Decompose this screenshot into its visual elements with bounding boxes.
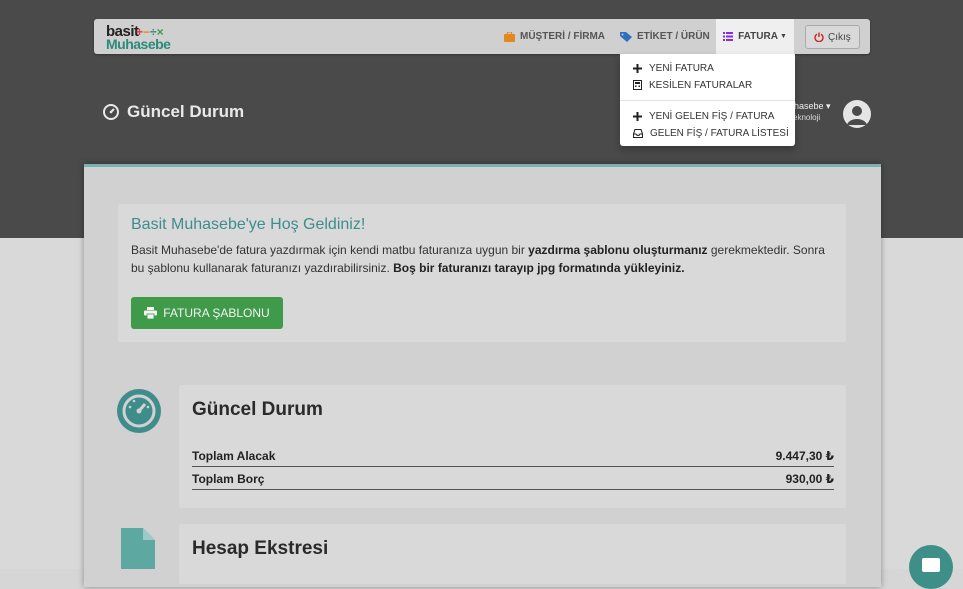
statement-card: Hesap Ekstresi: [179, 524, 846, 584]
menu-item-kesilen-faturalar[interactable]: KESİLEN FATURALAR: [633, 77, 752, 93]
welcome-text: Basit Muhasebe'de fatura yazdırmak için …: [131, 241, 831, 277]
nav-musteri-firma[interactable]: MÜŞTERİ / FİRMA: [504, 19, 605, 54]
table-row: Toplam Borç 930,00 ₺: [192, 469, 834, 490]
user-company-name: uhasebe ▾: [789, 101, 831, 111]
fatura-sablonu-button[interactable]: FATURA ŞABLONU: [131, 297, 283, 329]
nav-fatura-label: FATURA: [738, 31, 778, 42]
page-title-text: Güncel Durum: [127, 102, 245, 121]
row-value: 9.447,30 ₺: [775, 449, 834, 463]
logo-text-bottom: Muhasebe: [106, 36, 171, 52]
menu-item-yeni-gelen-fis[interactable]: YENİ GELEN FİŞ / FATURA: [633, 108, 774, 124]
chat-button[interactable]: [909, 545, 953, 589]
menu-divider: [620, 100, 795, 101]
nav-musteri-label: MÜŞTERİ / FİRMA: [520, 31, 605, 42]
power-icon: [814, 32, 824, 42]
nav-etiket-label: ETİKET / ÜRÜN: [637, 31, 710, 42]
menu-item-label: YENİ FATURA: [649, 62, 714, 74]
tag-icon: [620, 31, 632, 42]
summary-card: Güncel Durum Toplam Alacak 9.447,30 ₺ To…: [179, 385, 846, 508]
menu-item-yeni-fatura[interactable]: YENİ FATURA: [633, 60, 714, 76]
user-menu[interactable]: uhasebe ▾ Teknoloji: [789, 101, 831, 123]
printer-icon: [144, 307, 158, 319]
document-icon: [121, 528, 155, 569]
chat-icon: [922, 558, 940, 572]
inbox-icon: [633, 128, 643, 138]
welcome-text-part1: Basit Muhasebe'de fatura yazdırmak için …: [131, 243, 529, 257]
nav-etiket-urun[interactable]: ETİKET / ÜRÜN: [620, 19, 710, 54]
menu-item-label: YENİ GELEN FİŞ / FATURA: [649, 110, 775, 122]
top-navbar: basit +−÷× Muhasebe MÜŞTERİ / FİRMA ETİK…: [94, 19, 870, 54]
briefcase-icon: [504, 31, 515, 42]
welcome-box: Basit Muhasebe'ye Hoş Geldiniz! Basit Mu…: [118, 204, 846, 342]
logout-label: Çıkış: [828, 31, 851, 43]
page-title: Güncel Durum: [103, 102, 244, 122]
welcome-text-bold1: yazdırma şablonu oluşturmanız: [528, 243, 708, 257]
summary-title: Güncel Durum: [192, 399, 323, 420]
menu-item-label: KESİLEN FATURALAR: [649, 79, 753, 91]
fatura-sablonu-label: FATURA ŞABLONU: [163, 306, 270, 320]
user-company-sub: Teknoloji: [789, 113, 821, 122]
list-icon: [723, 32, 734, 41]
app-logo[interactable]: basit +−÷× Muhasebe: [106, 23, 176, 52]
plus-icon: [633, 111, 642, 121]
menu-item-label: GELEN FİŞ / FATURA LİSTESİ: [650, 127, 789, 139]
table-row: Toplam Alacak 9.447,30 ₺: [192, 446, 834, 467]
row-value: 930,00 ₺: [785, 472, 834, 486]
logout-button[interactable]: Çıkış: [805, 25, 860, 49]
dashboard-icon: [103, 104, 119, 120]
welcome-title: Basit Muhasebe'ye Hoş Geldiniz!: [131, 216, 366, 233]
avatar[interactable]: [843, 100, 871, 128]
user-icon: [847, 106, 867, 125]
row-label: Toplam Alacak: [192, 449, 276, 463]
nav-fatura-dropdown[interactable]: FATURA ▼: [716, 19, 794, 54]
fatura-dropdown-menu: YENİ FATURA KESİLEN FATURALAR YENİ GELEN…: [620, 54, 795, 146]
welcome-text-bold2: Boş bir faturanızı tarayıp jpg formatınd…: [393, 261, 685, 275]
calculator-icon: [633, 80, 642, 90]
row-label: Toplam Borç: [192, 472, 265, 486]
gauge-icon: [117, 389, 161, 433]
chevron-down-icon: ▼: [779, 33, 787, 40]
menu-item-gelen-fis-listesi[interactable]: GELEN FİŞ / FATURA LİSTESİ: [633, 125, 789, 141]
statement-title: Hesap Ekstresi: [192, 538, 329, 559]
plus-icon: [633, 63, 642, 73]
